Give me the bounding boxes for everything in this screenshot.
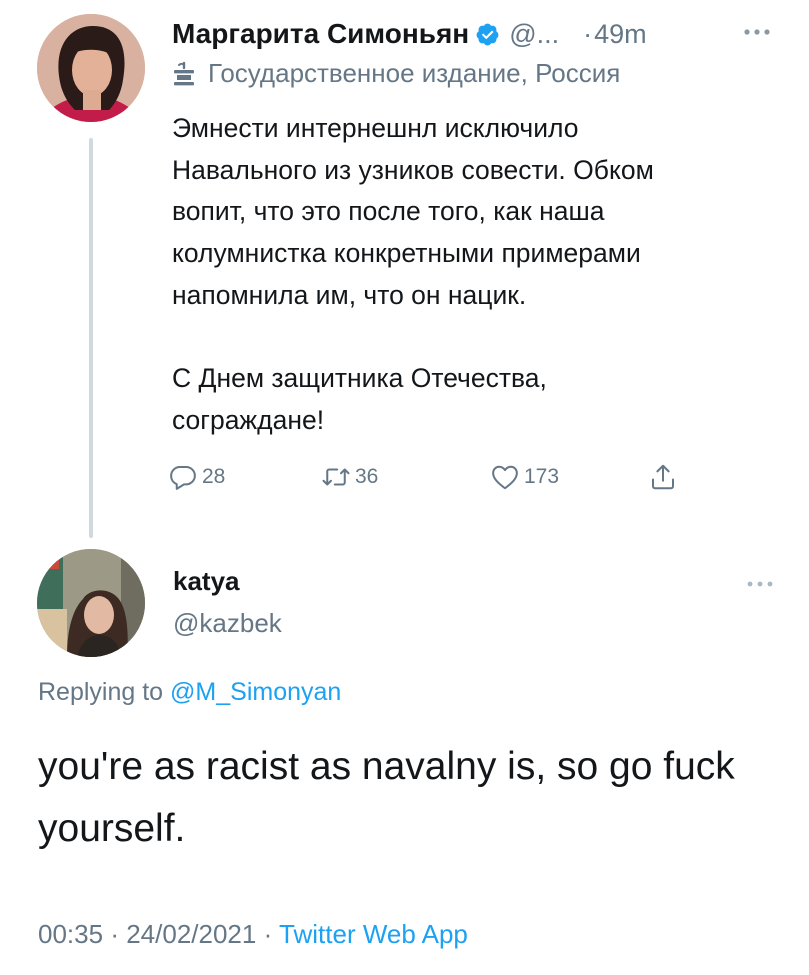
reply-tweet-text: you're as racist as navalny is, so go fu… bbox=[38, 745, 735, 850]
parent-timestamp[interactable]: 49m bbox=[594, 19, 647, 50]
replying-to-handle-link[interactable]: @M_Simonyan bbox=[170, 678, 341, 706]
tweet-source-app[interactable]: Twitter Web App bbox=[279, 919, 468, 949]
state-media-text: Государственное издание, Россия bbox=[208, 58, 621, 88]
reply-count: 28 bbox=[202, 465, 226, 488]
meta-separator: · bbox=[110, 919, 119, 949]
parent-handle[interactable]: @... bbox=[509, 19, 559, 50]
share-icon bbox=[652, 464, 674, 490]
meta-separator: · bbox=[263, 919, 273, 949]
thread-connector-line bbox=[89, 138, 93, 538]
parent-avatar[interactable] bbox=[37, 14, 145, 122]
state-media-icon bbox=[172, 61, 196, 87]
reply-avatar[interactable] bbox=[37, 549, 145, 657]
retweet-button[interactable]: 36 bbox=[321, 462, 378, 492]
more-icon[interactable] bbox=[741, 18, 773, 46]
retweet-count: 36 bbox=[355, 465, 379, 488]
reply-button[interactable]: 28 bbox=[168, 462, 225, 492]
like-button[interactable]: 173 bbox=[490, 462, 559, 492]
tweet-date[interactable]: 24/02/2021 bbox=[126, 919, 256, 949]
like-icon bbox=[492, 465, 518, 490]
tweet-metadata: 00:35 · 24/02/2021 · Twitter Web App bbox=[38, 919, 468, 950]
replying-to-prefix: Replying to bbox=[38, 678, 164, 706]
share-button[interactable] bbox=[648, 462, 678, 492]
retweet-icon bbox=[322, 468, 350, 486]
parent-display-name[interactable]: Маргарита Симоньян bbox=[172, 18, 469, 50]
tweet-action-bar: 28 36 173 bbox=[168, 462, 728, 502]
tweet-time[interactable]: 00:35 bbox=[38, 919, 103, 949]
like-count: 173 bbox=[524, 465, 560, 488]
parent-tweet-header: Маргарита Симоньян @... · 49m bbox=[172, 14, 773, 54]
replying-to-line: Replying to @M_Simonyan bbox=[38, 678, 341, 707]
parent-tweet-text: Эмнести интернешнл исключило Навального … bbox=[172, 113, 654, 435]
reply-handle[interactable]: @kazbek bbox=[173, 608, 282, 639]
reply-icon bbox=[170, 466, 196, 490]
time-separator: · bbox=[583, 18, 593, 49]
verified-badge-icon bbox=[475, 22, 500, 47]
state-media-label[interactable]: Государственное издание, Россия bbox=[172, 58, 620, 89]
tweet-screenshot: Маргарита Симоньян @... · 49m Государств… bbox=[0, 0, 809, 975]
more-icon[interactable] bbox=[743, 570, 777, 598]
reply-display-name[interactable]: katya bbox=[173, 566, 240, 597]
